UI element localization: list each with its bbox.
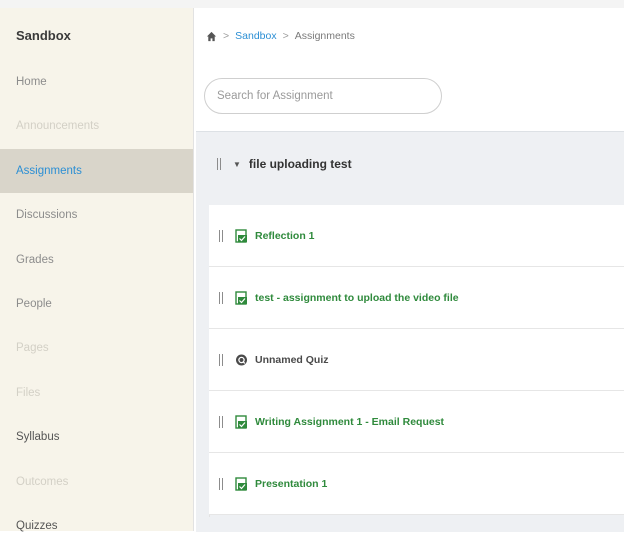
assignment-list: Reflection 1 test - assignment to upload…: [209, 205, 624, 515]
assignment-row[interactable]: Reflection 1: [209, 205, 624, 267]
sidebar-divider: [193, 8, 194, 531]
sidebar-item-quizzes[interactable]: Quizzes: [0, 504, 193, 548]
quiz-title[interactable]: Unnamed Quiz: [255, 354, 329, 366]
breadcrumb-separator: >: [282, 30, 289, 42]
drag-handle-icon[interactable]: [219, 477, 223, 490]
drag-handle-icon[interactable]: [217, 158, 221, 170]
assignment-row[interactable]: test - assignment to upload the video fi…: [209, 267, 624, 329]
assignment-group-title: file uploading test: [248, 157, 352, 171]
quiz-row[interactable]: Unnamed Quiz: [209, 329, 624, 391]
sidebar-item-discussions[interactable]: Discussions: [0, 193, 193, 237]
sidebar-item-pages[interactable]: Pages: [0, 326, 193, 370]
quiz-icon: [236, 354, 247, 365]
sidebar-item-assignments[interactable]: Assignments: [0, 148, 193, 194]
drag-handle-icon[interactable]: [219, 353, 223, 366]
course-navigation: Sandbox Home Announcements Assignments D…: [0, 8, 193, 532]
sidebar-item-syllabus[interactable]: Syllabus: [0, 415, 193, 459]
sidebar-item-announcements[interactable]: Announcements: [0, 104, 193, 148]
assignment-icon: [235, 476, 247, 491]
breadcrumb: > Sandbox > Assignments: [206, 30, 355, 42]
assignment-title[interactable]: Reflection 1: [255, 230, 315, 242]
caret-down-icon[interactable]: ▼: [233, 160, 241, 169]
sidebar-item-grades[interactable]: Grades: [0, 238, 193, 282]
course-name[interactable]: Sandbox: [16, 28, 71, 43]
sidebar-item-people[interactable]: People: [0, 282, 193, 326]
assignment-icon: [235, 290, 247, 305]
sidebar-item-files[interactable]: Files: [0, 371, 193, 415]
breadcrumb-separator: >: [223, 30, 230, 42]
assignment-group: ▼ file uploading test Reflection 1 test …: [196, 131, 624, 532]
drag-handle-icon[interactable]: [219, 229, 223, 242]
assignment-title[interactable]: Writing Assignment 1 - Email Request: [255, 416, 444, 428]
top-strip: [0, 0, 624, 8]
assignment-title[interactable]: Presentation 1: [255, 478, 327, 490]
assignment-row[interactable]: Presentation 1: [209, 453, 624, 515]
course-nav-list: Home Announcements Assignments Discussio…: [0, 60, 193, 548]
drag-handle-icon[interactable]: [219, 415, 223, 428]
breadcrumb-course-link[interactable]: Sandbox: [235, 30, 276, 42]
assignment-row[interactable]: Writing Assignment 1 - Email Request: [209, 391, 624, 453]
drag-handle-icon[interactable]: [219, 291, 223, 304]
assignment-icon: [235, 414, 247, 429]
assignment-group-header[interactable]: ▼ file uploading test: [196, 132, 624, 196]
sidebar-item-home[interactable]: Home: [0, 60, 193, 104]
sidebar-item-outcomes[interactable]: Outcomes: [0, 460, 193, 504]
home-icon[interactable]: [206, 31, 217, 42]
breadcrumb-current-page: Assignments: [294, 30, 355, 42]
assignment-title[interactable]: test - assignment to upload the video fi…: [255, 292, 459, 304]
search-input[interactable]: [204, 78, 442, 114]
assignment-icon: [235, 228, 247, 243]
